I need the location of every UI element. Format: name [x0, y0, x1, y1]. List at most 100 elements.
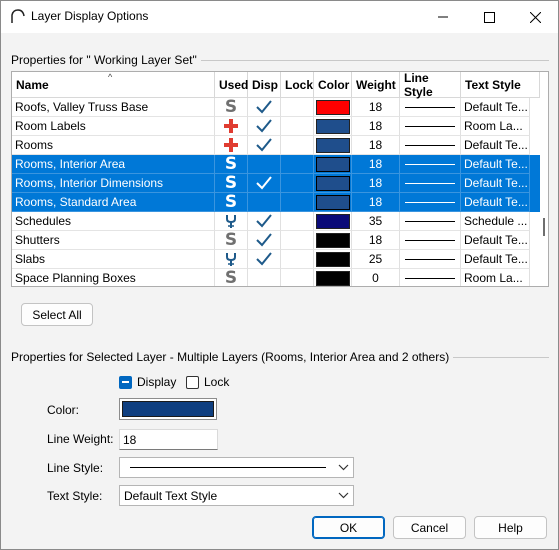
cell-lock[interactable] — [281, 117, 314, 136]
cell-disp[interactable] — [248, 269, 281, 286]
cell-line-style[interactable] — [400, 212, 461, 231]
cell-weight[interactable]: 18 — [352, 136, 400, 155]
cell-text-style[interactable]: Default Te... — [461, 98, 530, 117]
cell-line-style[interactable] — [400, 250, 461, 269]
cell-text-style[interactable]: Room La... — [461, 269, 530, 286]
cell-text-style[interactable]: Default Te... — [461, 136, 530, 155]
cell-disp[interactable] — [248, 212, 281, 231]
cell-color[interactable] — [314, 174, 352, 193]
lock-checkbox-box[interactable] — [186, 375, 199, 389]
table-scrollbar[interactable] — [540, 98, 548, 286]
cell-weight[interactable]: 35 — [352, 212, 400, 231]
table-row[interactable]: Rooms 18 Default Te... — [12, 136, 540, 155]
cell-lock[interactable] — [281, 250, 314, 269]
cell-lock[interactable] — [281, 193, 314, 212]
cell-text-style[interactable]: Schedule ... — [461, 212, 530, 231]
cell-disp[interactable] — [248, 193, 281, 212]
cell-line-style[interactable] — [400, 174, 461, 193]
cell-weight[interactable]: 18 — [352, 155, 400, 174]
cell-text-style[interactable]: Default Te... — [461, 193, 530, 212]
cell-used[interactable] — [215, 136, 248, 155]
cell-weight[interactable]: 25 — [352, 250, 400, 269]
text-style-select[interactable]: Default Text Style — [119, 485, 354, 506]
table-row[interactable]: Space Planning Boxes S 0 Room La... — [12, 269, 540, 286]
cell-text-style[interactable]: Default Te... — [461, 231, 530, 250]
cell-lock[interactable] — [281, 212, 314, 231]
table-row[interactable]: Rooms, Standard Area S 18 Default Te... — [12, 193, 540, 212]
table-row[interactable]: Rooms, Interior Dimensions S 18 Default … — [12, 174, 540, 193]
close-button[interactable] — [512, 1, 558, 33]
cell-used[interactable]: S — [215, 231, 248, 250]
cell-lock[interactable] — [281, 98, 314, 117]
cell-color[interactable] — [314, 98, 352, 117]
cell-disp[interactable] — [248, 136, 281, 155]
cell-disp[interactable] — [248, 117, 281, 136]
cell-color[interactable] — [314, 212, 352, 231]
cell-used[interactable] — [215, 212, 248, 231]
cell-used[interactable] — [215, 117, 248, 136]
minimize-button[interactable] — [420, 1, 466, 33]
cell-line-style[interactable] — [400, 155, 461, 174]
column-header-name[interactable]: Name ^ — [12, 72, 215, 98]
cell-color[interactable] — [314, 269, 352, 286]
cell-used[interactable] — [215, 250, 248, 269]
column-header-lock[interactable]: Lock — [281, 72, 314, 98]
table-row[interactable]: Schedules 35 Schedule ... — [12, 212, 540, 231]
cell-text-style[interactable]: Default Te... — [461, 155, 530, 174]
cell-used[interactable]: S — [215, 193, 248, 212]
cell-text-style[interactable]: Default Te... — [461, 174, 530, 193]
column-header-used[interactable]: Used — [215, 72, 248, 98]
ok-button[interactable]: OK — [312, 516, 385, 539]
cell-text-style[interactable]: Default Te... — [461, 250, 530, 269]
cell-line-style[interactable] — [400, 98, 461, 117]
table-row[interactable]: Roofs, Valley Truss Base S 18 Default Te… — [12, 98, 540, 117]
column-header-line-style[interactable]: Line Style — [400, 72, 461, 99]
cell-line-style[interactable] — [400, 269, 461, 286]
display-checkbox-box[interactable] — [119, 375, 132, 389]
cell-disp[interactable] — [248, 174, 281, 193]
lock-checkbox[interactable]: Lock — [186, 375, 229, 389]
cell-weight[interactable]: 18 — [352, 117, 400, 136]
column-header-color[interactable]: Color — [314, 72, 352, 98]
cell-color[interactable] — [314, 155, 352, 174]
line-weight-input[interactable]: 18 — [119, 429, 218, 450]
cell-lock[interactable] — [281, 136, 314, 155]
help-button[interactable]: Help — [474, 516, 547, 539]
cell-text-style[interactable]: Room La... — [461, 117, 530, 136]
table-row[interactable]: Shutters S 18 Default Te... — [12, 231, 540, 250]
cancel-button[interactable]: Cancel — [393, 516, 466, 539]
select-all-button[interactable]: Select All — [21, 303, 93, 326]
maximize-button[interactable] — [466, 1, 512, 33]
cell-disp[interactable] — [248, 155, 281, 174]
cell-disp[interactable] — [248, 231, 281, 250]
table-row[interactable]: Room Labels 18 Room La... — [12, 117, 540, 136]
cell-weight[interactable]: 18 — [352, 231, 400, 250]
cell-line-style[interactable] — [400, 231, 461, 250]
cell-color[interactable] — [314, 193, 352, 212]
cell-lock[interactable] — [281, 155, 314, 174]
cell-line-style[interactable] — [400, 193, 461, 212]
cell-line-style[interactable] — [400, 117, 461, 136]
cell-disp[interactable] — [248, 250, 281, 269]
cell-weight[interactable]: 0 — [352, 269, 400, 286]
display-checkbox[interactable]: Display — [119, 375, 176, 389]
cell-color[interactable] — [314, 231, 352, 250]
table-row[interactable]: Rooms, Interior Area S 18 Default Te... — [12, 155, 540, 174]
scrollbar-thumb[interactable] — [543, 218, 545, 236]
cell-used[interactable]: S — [215, 155, 248, 174]
cell-disp[interactable] — [248, 98, 281, 117]
column-header-disp[interactable]: Disp — [248, 72, 281, 98]
column-header-weight[interactable]: Weight — [352, 72, 400, 98]
cell-lock[interactable] — [281, 231, 314, 250]
cell-weight[interactable]: 18 — [352, 174, 400, 193]
cell-lock[interactable] — [281, 174, 314, 193]
cell-weight[interactable]: 18 — [352, 193, 400, 212]
column-header-text-style[interactable]: Text Style — [461, 72, 540, 98]
cell-color[interactable] — [314, 136, 352, 155]
cell-lock[interactable] — [281, 269, 314, 286]
cell-used[interactable]: S — [215, 269, 248, 286]
line-style-select[interactable] — [119, 457, 354, 478]
cell-weight[interactable]: 18 — [352, 98, 400, 117]
color-picker-button[interactable] — [119, 398, 217, 420]
cell-line-style[interactable] — [400, 136, 461, 155]
